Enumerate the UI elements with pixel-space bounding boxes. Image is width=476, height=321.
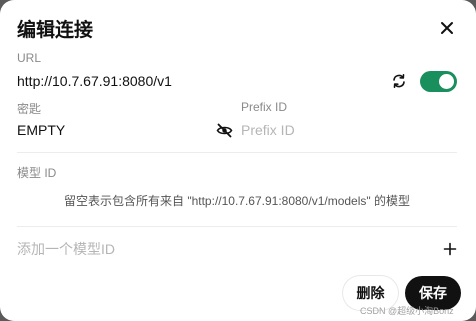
edit-connection-modal: 编辑连接 URL 密匙 Prefix ID 模型 ID 留空表示包含所有来自 "… [0, 0, 476, 321]
key-label: 密匙 [17, 102, 42, 116]
connection-toggle[interactable] [420, 71, 457, 92]
modal-title: 编辑连接 [17, 20, 94, 41]
refresh-icon[interactable] [391, 73, 407, 89]
toggle-knob [439, 74, 454, 89]
eye-off-icon[interactable] [216, 122, 233, 139]
url-input[interactable] [17, 73, 377, 89]
close-icon[interactable] [437, 18, 457, 38]
watermark: CSDN @超级小淘Bonz [360, 306, 454, 316]
model-hint: 留空表示包含所有来自 "http://10.7.67.91:8080/v1/mo… [64, 194, 410, 208]
prefix-label: Prefix ID [241, 100, 288, 114]
add-model-input[interactable] [17, 241, 417, 257]
plus-icon[interactable] [443, 242, 457, 256]
divider [17, 152, 457, 153]
model-label: 模型 ID [17, 166, 57, 180]
divider [17, 226, 457, 227]
key-input[interactable] [17, 122, 207, 138]
prefix-input[interactable] [241, 122, 451, 138]
url-label: URL [17, 51, 42, 65]
